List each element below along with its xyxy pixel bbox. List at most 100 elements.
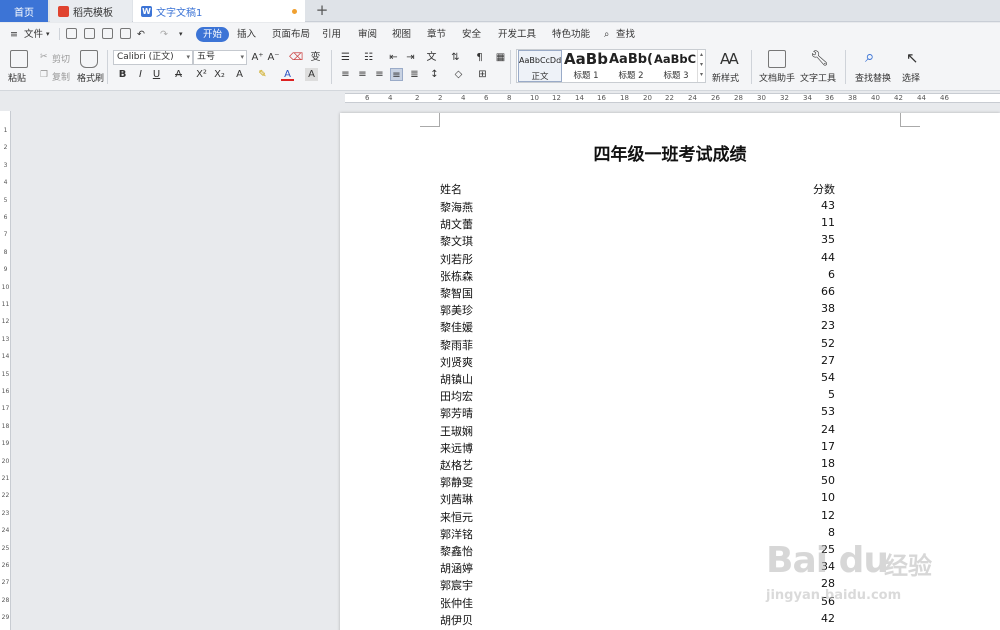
format-painter-icon[interactable] [80,50,98,68]
student-name: 刘若彤 [440,252,473,266]
shading-icon[interactable]: ◇ [452,68,465,81]
ruler-tick-label: 40 [871,94,880,102]
menu-view[interactable]: 视图 [392,27,411,42]
menu-page-layout[interactable]: 页面布局 [272,27,310,42]
paste-button[interactable]: 粘贴 [8,71,26,84]
char-shading-icon[interactable]: A [305,68,318,81]
italic-button[interactable]: I [134,68,147,81]
ruler-tick-label: 24 [1,527,10,535]
font-color-icon[interactable]: A [281,68,294,81]
hamburger-icon[interactable]: ≡ [10,27,18,42]
undo-icon[interactable]: ↶ [137,27,145,42]
print-preview-icon[interactable] [120,28,131,39]
menu-security[interactable]: 安全 [462,27,481,42]
find-replace-icon[interactable]: ⌕ [865,47,875,67]
grow-font-icon[interactable]: A⁺ [251,51,264,64]
menu-review[interactable]: 审阅 [358,27,377,42]
ruler-tick-label: 10 [530,94,539,102]
doc-helper-icon[interactable] [768,50,786,68]
increase-indent-icon[interactable]: ⇥ [404,51,417,64]
print-icon[interactable] [102,28,113,39]
select-button[interactable]: 选择 [902,71,920,84]
font-name-select[interactable]: Calibri (正文) ▾ [113,50,193,65]
text-tools-button[interactable]: 文字工具 [800,71,836,84]
tab-document[interactable]: W 文字文稿1 [133,0,305,22]
ruler-tick-label: 20 [643,94,652,102]
doc-helper-button[interactable]: 文档助手 [759,71,795,84]
ruler-tick-label: 22 [665,94,674,102]
vertical-ruler[interactable]: 1 2 3 4 5 6 7 8 9 10 11 12 13 14 15 16 17 18 19 20 21 22 23 24 2… [0,111,11,630]
bold-button[interactable]: B [116,68,129,81]
menu-home[interactable]: 开始 [196,27,230,42]
find-replace-button[interactable]: 查找替换 [855,71,891,84]
horizontal-ruler[interactable]: 6 4 2 2 4 6 8 10 12 14 16 18 20 22 24 26 28 30 32 34 36 38 40 4… [345,93,1000,103]
style-heading-3-label: 标题 3 [663,71,689,81]
new-tab-plus-icon[interactable]: + [314,2,330,20]
align-left-icon[interactable]: ≡ [339,68,352,81]
superscript-icon[interactable]: X² [195,68,208,81]
margin-corner [900,113,920,127]
subscript-icon[interactable]: X₂ [213,68,226,81]
style-heading-3[interactable]: AaBbC( 标题 3 [654,50,698,82]
highlight-icon[interactable]: ✎ [256,68,269,81]
export-pdf-icon[interactable] [84,28,95,39]
copy-button[interactable]: 复制 [52,70,70,83]
chinese-layout-icon[interactable]: 文 [425,51,438,64]
distributed-icon[interactable]: ≣ [408,68,421,81]
ruler-tick-label: 6 [484,94,489,102]
text-effect-icon[interactable]: A [233,68,246,81]
save-icon[interactable] [66,28,77,39]
strikethrough-icon[interactable]: A [172,68,185,81]
student-score: 11 [821,216,835,230]
unsaved-dot-icon [292,9,297,14]
tab-home[interactable]: 首页 [0,0,48,22]
styles-scroll-arrows[interactable]: ▴ ▾ ▾ [697,50,705,82]
align-justify-icon[interactable]: ≡ [390,68,403,81]
cut-icon[interactable]: ✂ [40,52,48,62]
style-normal[interactable]: AaBbCcDd 正文 [518,50,562,82]
numbered-list-icon[interactable]: ☷ [362,51,375,64]
pinyin-guide-icon[interactable]: 变 [309,51,322,64]
wrench-icon[interactable]: 🔧︎ [810,49,829,67]
line-spacing-icon[interactable]: ↕ [428,68,441,81]
student-score: 27 [821,353,835,367]
menu-file[interactable]: 文件 [24,27,43,42]
style-heading-2[interactable]: AaBb( 标题 2 [608,50,654,82]
menu-search[interactable]: 查找 [616,27,635,42]
table-grid-icon[interactable]: ▦ [494,51,507,64]
show-marks-icon[interactable]: ¶ [473,51,486,64]
menu-developer[interactable]: 开发工具 [498,27,536,42]
bullet-list-icon[interactable]: ☰ [339,51,352,64]
ruler-tick-label: 13 [1,335,10,343]
menu-special-features[interactable]: 特色功能 [552,27,590,42]
ruler-tick-label: 23 [1,509,10,517]
redo-icon[interactable]: ↷ [160,27,168,42]
style-heading-1[interactable]: AaBb 标题 1 [564,50,608,82]
ruler-tick-label: 4 [388,94,393,102]
search-icon[interactable]: ⌕ [604,27,609,42]
paste-icon[interactable] [10,50,28,68]
font-size-select[interactable]: 五号 ▾ [193,50,247,65]
new-style-icon[interactable]: Ꜳ [720,50,739,68]
cursor-select-icon[interactable]: ↖ [906,49,919,67]
align-center-icon[interactable]: ≡ [356,68,369,81]
sort-icon[interactable]: ⇅ [449,51,462,64]
menu-sections[interactable]: 章节 [427,27,446,42]
tab-docer-templates[interactable]: 稻壳模板 [50,0,132,22]
new-style-button[interactable]: 新样式 [712,71,739,84]
student-name: 黎海燕 [440,201,473,214]
underline-button[interactable]: U [150,68,163,81]
ruler-tick-label: 29 [1,614,10,622]
cut-button[interactable]: 剪切 [52,52,70,65]
menu-insert[interactable]: 插入 [237,27,256,42]
clear-format-icon[interactable]: ⌫ [289,51,303,64]
decrease-indent-icon[interactable]: ⇤ [387,51,400,64]
copy-icon[interactable]: ❐ [40,70,48,80]
menu-references[interactable]: 引用 [322,27,341,42]
format-painter-button[interactable]: 格式刷 [77,71,104,84]
shrink-font-icon[interactable]: A⁻ [267,51,280,64]
customize-chevron-icon[interactable]: ▾ [179,27,183,42]
borders-icon[interactable]: ⊞ [476,68,489,81]
chevron-down-icon[interactable]: ▾ [46,27,50,42]
align-right-icon[interactable]: ≡ [373,68,386,81]
